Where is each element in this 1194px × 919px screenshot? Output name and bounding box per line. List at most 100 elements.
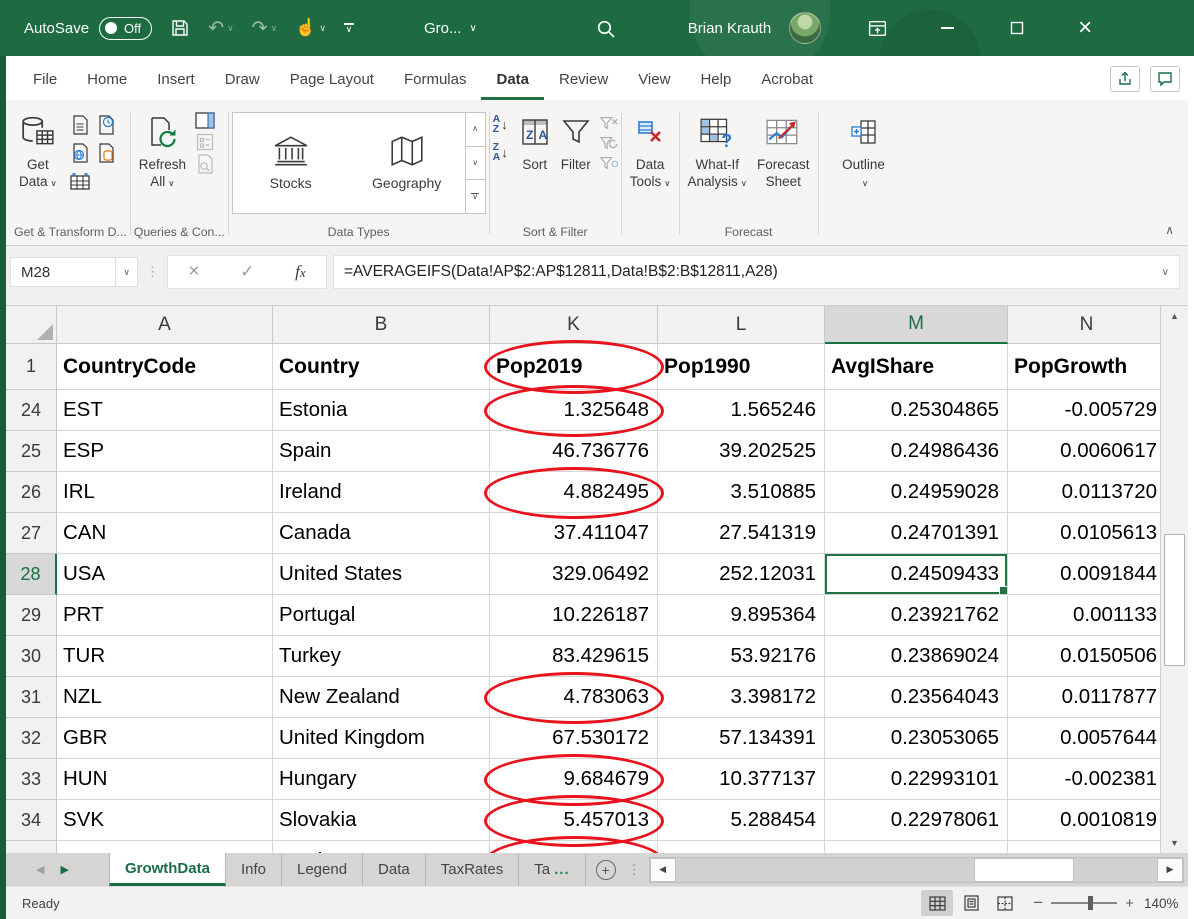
cell-M33[interactable]: 0.22993101 — [825, 759, 1008, 800]
cell-B28[interactable]: United States — [273, 554, 490, 595]
select-all-corner[interactable] — [6, 306, 57, 344]
cell-K26[interactable]: 4.882495 — [490, 472, 658, 513]
cell-K25[interactable]: 46.736776 — [490, 431, 658, 472]
refresh-all-button[interactable]: Refresh All∨ — [134, 110, 191, 194]
cell-B26[interactable]: Ireland — [273, 472, 490, 513]
save-icon[interactable] — [170, 18, 190, 38]
cell-B33[interactable]: Hungary — [273, 759, 490, 800]
horizontal-scroll-thumb[interactable] — [974, 858, 1074, 882]
stocks-data-type[interactable]: Stocks — [233, 113, 349, 213]
ribbon-tab-acrobat[interactable]: Acrobat — [746, 61, 828, 100]
new-sheet-icon[interactable]: + — [596, 860, 616, 880]
cell-B1[interactable]: Country — [273, 344, 490, 390]
scroll-left-icon[interactable]: ◀ — [650, 858, 676, 882]
cell-K27[interactable]: 37.411047 — [490, 513, 658, 554]
zoom-slider-thumb[interactable] — [1088, 896, 1093, 910]
maximize-button[interactable] — [1002, 21, 1032, 35]
cell-B27[interactable]: Canada — [273, 513, 490, 554]
zoom-slider[interactable] — [1051, 902, 1117, 904]
cell-A27[interactable]: CAN — [57, 513, 273, 554]
clear-filter-icon[interactable] — [600, 116, 618, 130]
zoom-out-icon[interactable]: − — [1033, 893, 1043, 913]
ribbon-tab-insert[interactable]: Insert — [142, 61, 210, 100]
cell-B35[interactable]: Latvia — [273, 841, 490, 853]
advanced-filter-icon[interactable] — [600, 156, 618, 170]
undo-button[interactable]: ↶ — [208, 17, 224, 40]
row-header-32[interactable]: 32 — [6, 718, 57, 759]
row-header-34[interactable]: 34 — [6, 800, 57, 841]
cell-L24[interactable]: 1.565246 — [658, 390, 825, 431]
gallery-down-icon[interactable]: ∨ — [466, 147, 485, 181]
cell-K31[interactable]: 4.783063 — [490, 677, 658, 718]
vertical-scroll-thumb[interactable] — [1164, 534, 1185, 666]
row-header-30[interactable]: 30 — [6, 636, 57, 677]
column-header-A[interactable]: A — [57, 306, 273, 344]
name-box[interactable]: M28 ∨ — [10, 257, 138, 287]
outline-button[interactable]: Outline ∨ — [837, 110, 890, 194]
row-header-31[interactable]: 31 — [6, 677, 57, 718]
cell-M35[interactable]: 0.2234674 — [825, 841, 1008, 853]
touch-mouse-mode-icon[interactable]: ☝ — [295, 18, 316, 38]
redo-button[interactable]: ↷ — [252, 17, 268, 40]
row-header-29[interactable]: 29 — [6, 595, 57, 636]
cell-A35[interactable]: LVA — [57, 841, 273, 853]
cell-M24[interactable]: 0.25304865 — [825, 390, 1008, 431]
horizontal-scroll-track[interactable] — [676, 858, 1157, 882]
cell-N26[interactable]: 0.0113720 — [1008, 472, 1166, 513]
cell-M29[interactable]: 0.23921762 — [825, 595, 1008, 636]
user-name[interactable]: Brian Krauth — [688, 20, 771, 37]
cell-L26[interactable]: 3.510885 — [658, 472, 825, 513]
column-header-K[interactable]: K — [490, 306, 658, 344]
row-header-33[interactable]: 33 — [6, 759, 57, 800]
cell-B30[interactable]: Turkey — [273, 636, 490, 677]
cell-M26[interactable]: 0.24959028 — [825, 472, 1008, 513]
cell-L30[interactable]: 53.92176 — [658, 636, 825, 677]
zoom-in-icon[interactable]: + — [1125, 895, 1134, 912]
from-database-icon[interactable] — [94, 140, 118, 166]
sort-button[interactable]: Z A Sort — [514, 110, 556, 175]
cell-K28[interactable]: 329.06492 — [490, 554, 658, 595]
autosave-toggle[interactable]: Off — [99, 17, 152, 40]
cell-N33[interactable]: -0.002381 — [1008, 759, 1166, 800]
ribbon-tab-draw[interactable]: Draw — [210, 61, 275, 100]
formula-input[interactable]: =AVERAGEIFS(Data!AP$2:AP$12811,Data!B$2:… — [333, 255, 1180, 289]
sheet-bar-handle[interactable]: ⋮ — [628, 862, 641, 878]
cell-K32[interactable]: 67.530172 — [490, 718, 658, 759]
cell-B24[interactable]: Estonia — [273, 390, 490, 431]
cell-K35[interactable]: 1.906743 — [490, 841, 658, 853]
cell-A33[interactable]: HUN — [57, 759, 273, 800]
collapse-ribbon-icon[interactable]: ∧ — [1165, 223, 1174, 237]
sheet-tab-growthdata[interactable]: GrowthData — [109, 853, 226, 886]
sheet-tab-info[interactable]: Info — [226, 853, 282, 886]
filter-button[interactable]: Filter — [556, 110, 596, 175]
cell-L25[interactable]: 39.202525 — [658, 431, 825, 472]
forecast-sheet-button[interactable]: Forecast Sheet — [752, 110, 815, 192]
ribbon-tab-view[interactable]: View — [623, 61, 685, 100]
minimize-button[interactable] — [932, 27, 962, 29]
cancel-icon[interactable]: × — [188, 261, 199, 283]
cell-A24[interactable]: EST — [57, 390, 273, 431]
cell-N1[interactable]: PopGrowth — [1008, 344, 1166, 390]
comments-icon[interactable] — [1150, 66, 1180, 92]
sort-descending-icon[interactable]: ZA↓ — [493, 142, 508, 162]
row-header-28[interactable]: 28 — [6, 554, 57, 595]
from-text-icon[interactable] — [68, 112, 92, 138]
cell-N31[interactable]: 0.0117877 — [1008, 677, 1166, 718]
sheet-tab-ta[interactable]: Ta... — [519, 853, 585, 886]
column-header-N[interactable]: N — [1008, 306, 1166, 344]
close-button[interactable]: × — [1070, 18, 1100, 38]
cell-N30[interactable]: 0.0150506 — [1008, 636, 1166, 677]
sheet-nav-left-icon[interactable]: ◀ — [36, 863, 44, 876]
share-icon[interactable] — [1110, 66, 1140, 92]
row-header-1[interactable]: 1 — [6, 344, 57, 390]
enter-icon[interactable]: ✓ — [240, 262, 254, 282]
insert-function-icon[interactable]: fx — [295, 262, 306, 282]
recent-sources-icon[interactable] — [94, 112, 118, 138]
cell-A34[interactable]: SVK — [57, 800, 273, 841]
cell-L35[interactable]: 2.664488 — [658, 841, 825, 853]
scroll-down-icon[interactable]: ▼ — [1161, 833, 1188, 853]
reapply-filter-icon[interactable] — [600, 136, 618, 150]
cell-B34[interactable]: Slovakia — [273, 800, 490, 841]
zoom-level[interactable]: 140% — [1144, 896, 1188, 911]
cell-N28[interactable]: 0.0091844 — [1008, 554, 1166, 595]
